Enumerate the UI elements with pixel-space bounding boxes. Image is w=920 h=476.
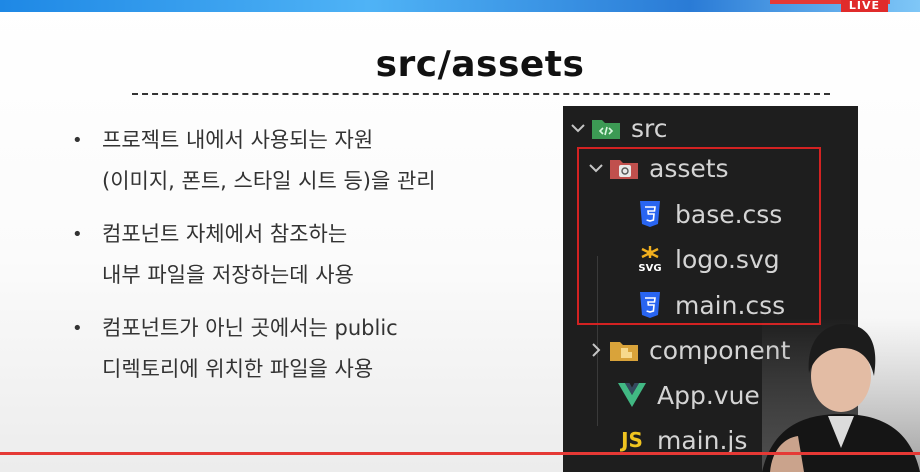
chevron-right-icon[interactable] xyxy=(585,339,607,361)
bullet-line: 프로젝트 내에서 사용되는 자원 xyxy=(102,128,374,152)
tree-item-label: logo.svg xyxy=(675,244,780,274)
tree-item-logo-svg[interactable]: SVG logo.svg xyxy=(563,237,858,281)
bullet-line: 내부 파일을 저장하는데 사용 xyxy=(102,263,354,287)
tree-item-label: App.vue xyxy=(657,380,760,410)
tree-item-src[interactable]: src xyxy=(563,106,858,150)
bullet-item: • 컴포넌트 자체에서 참조하는 내부 파일을 저장하는데 사용 xyxy=(72,214,522,296)
bullet-line: 컴포넌트가 아닌 곳에서는 public xyxy=(102,316,398,340)
tree-item-base-css[interactable]: base.css xyxy=(563,192,858,236)
bullet-line: 컴포넌트 자체에서 참조하는 xyxy=(102,222,348,246)
bullet-item: • 프로젝트 내에서 사용되는 자원 (이미지, 폰트, 스타일 시트 등)을 … xyxy=(72,120,522,202)
folder-components-icon xyxy=(607,335,641,365)
bullet-line: (이미지, 폰트, 스타일 시트 등)을 관리 xyxy=(102,169,436,193)
bullet-list: • 프로젝트 내에서 사용되는 자원 (이미지, 폰트, 스타일 시트 등)을 … xyxy=(72,120,522,402)
bullet-dot: • xyxy=(72,224,83,245)
folder-assets-icon xyxy=(607,153,641,183)
bottom-red-line xyxy=(0,452,920,455)
slide-title: src/assets xyxy=(375,44,585,85)
chevron-down-icon[interactable] xyxy=(567,117,589,139)
tree-item-label: main.css xyxy=(675,290,786,320)
chevron-down-icon[interactable] xyxy=(585,157,607,179)
vue-icon xyxy=(615,380,649,410)
bullet-line: 디렉토리에 위치한 파일을 사용 xyxy=(102,357,374,381)
svg-icon-text: SVG xyxy=(638,263,661,274)
folder-src-icon xyxy=(589,113,623,143)
css3-icon xyxy=(633,199,667,229)
bullet-dot: • xyxy=(72,318,83,339)
svg-icon: SVG xyxy=(633,244,667,274)
js-icon: JS xyxy=(615,425,649,455)
js-icon-text: JS xyxy=(621,428,643,452)
tree-item-label: base.css xyxy=(675,199,783,229)
live-badge: LIVE xyxy=(840,0,888,12)
presenter-webcam xyxy=(762,318,920,472)
tree-item-label: src xyxy=(631,113,668,143)
bullet-dot: • xyxy=(72,130,83,151)
tree-item-assets[interactable]: assets xyxy=(563,146,858,190)
title-divider xyxy=(132,93,830,95)
css3-icon xyxy=(633,290,667,320)
tree-item-label: main.js xyxy=(657,425,748,455)
tree-item-label: assets xyxy=(649,153,729,183)
bullet-item: • 컴포넌트가 아닌 곳에서는 public 디렉토리에 위치한 파일을 사용 xyxy=(72,308,522,390)
top-banner: LIVE xyxy=(0,0,920,12)
